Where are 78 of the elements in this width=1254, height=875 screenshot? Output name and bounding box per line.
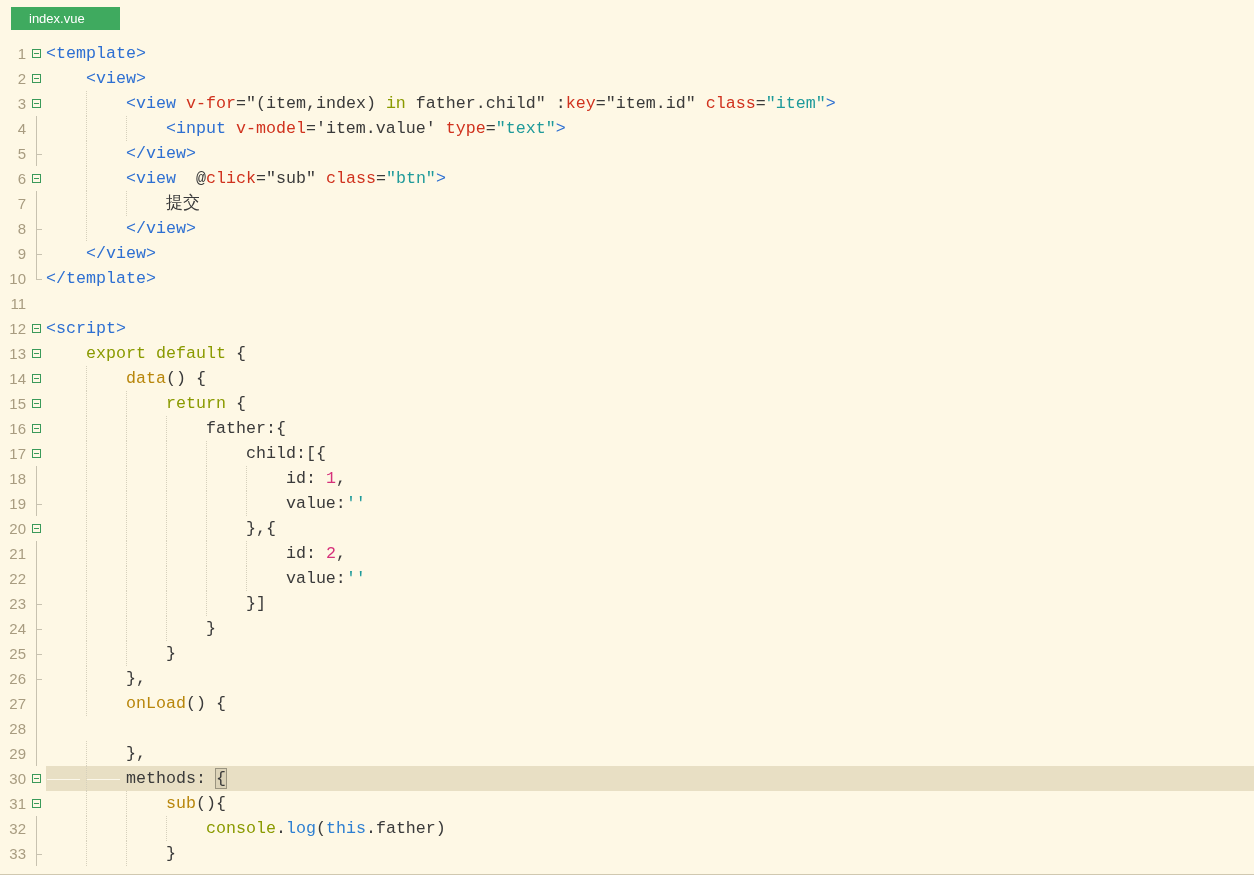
collapse-icon[interactable] <box>31 424 41 433</box>
code-line: value:'' <box>284 568 366 590</box>
code-line: methods: { <box>124 768 226 790</box>
collapse-icon[interactable] <box>31 774 41 783</box>
line-number: 8 <box>16 219 26 239</box>
code-line: } <box>204 618 216 640</box>
code-line: }, <box>124 668 146 690</box>
code-line: </view> <box>84 243 156 265</box>
line-number: 32 <box>8 819 26 839</box>
code-line: return { <box>164 393 246 415</box>
collapse-icon[interactable] <box>31 49 41 58</box>
line-number: 7 <box>16 194 26 214</box>
line-number: 20 <box>8 519 26 539</box>
line-number: 26 <box>8 669 26 689</box>
line-number: 18 <box>8 469 26 489</box>
code-line: data() { <box>124 368 206 390</box>
code-line: id: 2, <box>284 543 346 565</box>
line-number: 29 <box>8 744 26 764</box>
code-line: </view> <box>124 143 196 165</box>
code-line: } <box>164 843 176 865</box>
line-number: 19 <box>8 494 26 514</box>
line-number: 9 <box>16 244 26 264</box>
code-line: <script> <box>46 318 126 340</box>
line-number: 30 <box>8 769 26 789</box>
code-line: <input v-model='item.value' type="text"> <box>164 118 566 140</box>
collapse-icon[interactable] <box>31 99 41 108</box>
code-line: child:[{ <box>244 443 326 465</box>
collapse-icon[interactable] <box>31 324 41 333</box>
code-line: console.log(this.father) <box>204 818 446 840</box>
line-number: 27 <box>8 694 26 714</box>
code-line: <view @click="sub" class="btn"> <box>124 168 446 190</box>
line-number: 24 <box>8 619 26 639</box>
code-line: sub(){ <box>164 793 226 815</box>
line-number: 13 <box>8 344 26 364</box>
code-line: </view> <box>124 218 196 240</box>
file-tab[interactable]: index.vue <box>11 7 120 30</box>
collapse-icon[interactable] <box>31 524 41 533</box>
line-number: 22 <box>8 569 26 589</box>
line-number: 17 <box>8 444 26 464</box>
code-line: <template> <box>46 43 146 65</box>
line-number: 16 <box>8 419 26 439</box>
code-line: }] <box>244 593 266 615</box>
code-line: <view> <box>84 68 146 90</box>
code-line: 提交 <box>164 192 200 215</box>
collapse-icon[interactable] <box>31 449 41 458</box>
line-number: 21 <box>8 544 26 564</box>
code-line: </template> <box>46 268 156 290</box>
line-number: 25 <box>8 644 26 664</box>
code-line: }, <box>124 743 146 765</box>
collapse-icon[interactable] <box>31 799 41 808</box>
line-number: 1 <box>16 44 26 64</box>
collapse-icon[interactable] <box>31 74 41 83</box>
line-number: 31 <box>8 794 26 814</box>
line-number: 14 <box>8 369 26 389</box>
line-number: 3 <box>16 94 26 114</box>
code-line: id: 1, <box>284 468 346 490</box>
line-number: 28 <box>8 719 26 739</box>
code-line: } <box>164 643 176 665</box>
code-line: value:'' <box>284 493 366 515</box>
code-line: onLoad() { <box>124 693 226 715</box>
collapse-icon[interactable] <box>31 349 41 358</box>
line-number: 4 <box>16 119 26 139</box>
code-line: export default { <box>84 343 246 365</box>
line-number: 10 <box>8 269 26 289</box>
collapse-icon[interactable] <box>31 374 41 383</box>
line-number: 2 <box>16 69 26 89</box>
collapse-icon[interactable] <box>31 174 41 183</box>
line-number: 12 <box>8 319 26 339</box>
line-number: 6 <box>16 169 26 189</box>
line-number: 5 <box>16 144 26 164</box>
code-line: father:{ <box>204 418 286 440</box>
line-number: 23 <box>8 594 26 614</box>
line-number: 11 <box>9 294 26 314</box>
code-line: },{ <box>244 518 276 540</box>
line-number: 15 <box>8 394 26 414</box>
collapse-icon[interactable] <box>31 399 41 408</box>
code-line: <view v-for="(item,index) in father.child" :key="item.id" class="item"> <box>124 93 836 115</box>
line-number: 33 <box>8 844 26 864</box>
